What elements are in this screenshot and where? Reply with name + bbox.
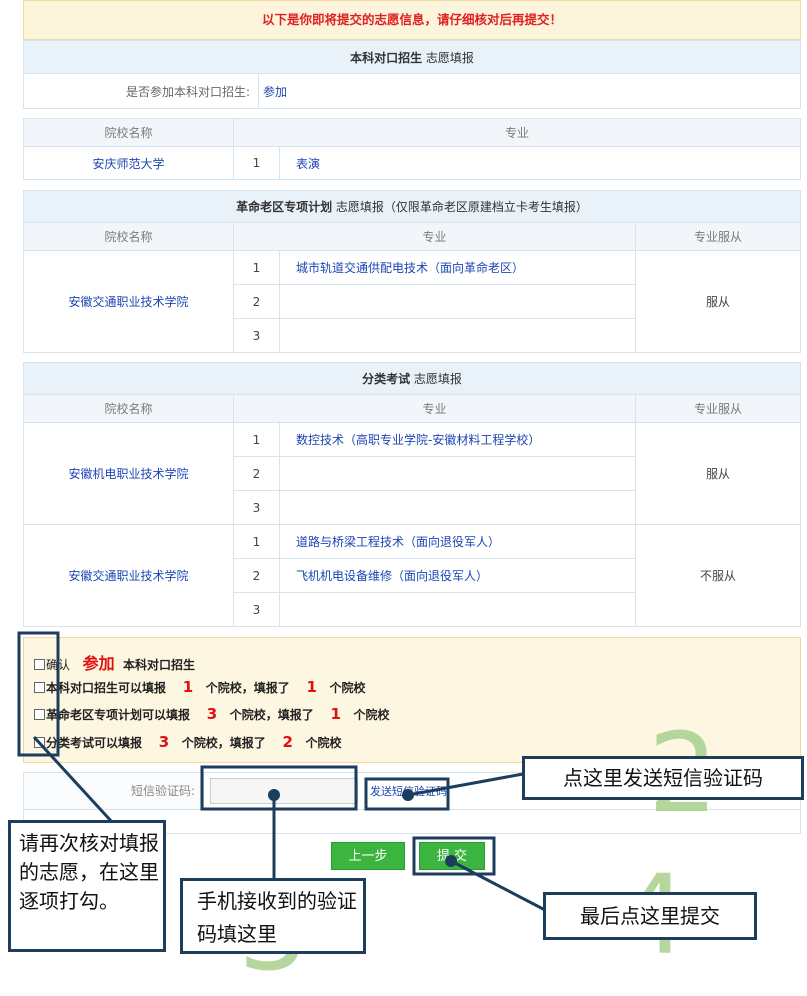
callout-send-sms: 点这里发送短信验证码 <box>522 756 804 800</box>
input-highlight-box <box>202 767 356 809</box>
callout-check-items: 请再次核对填报的志愿，在这里逐项打勾。 <box>8 820 166 952</box>
checkbox-highlight-box <box>19 633 58 755</box>
callout-enter-code: 手机接收到的验证码填这里 <box>180 878 366 954</box>
connector-dot-3 <box>268 789 280 801</box>
connector-dot-4 <box>445 855 457 867</box>
connector-dot-2 <box>402 789 414 801</box>
connector-line-1 <box>34 737 112 822</box>
connector-line-2 <box>408 774 523 795</box>
connector-line-4 <box>451 861 545 910</box>
callout-submit: 最后点这里提交 <box>543 892 757 940</box>
